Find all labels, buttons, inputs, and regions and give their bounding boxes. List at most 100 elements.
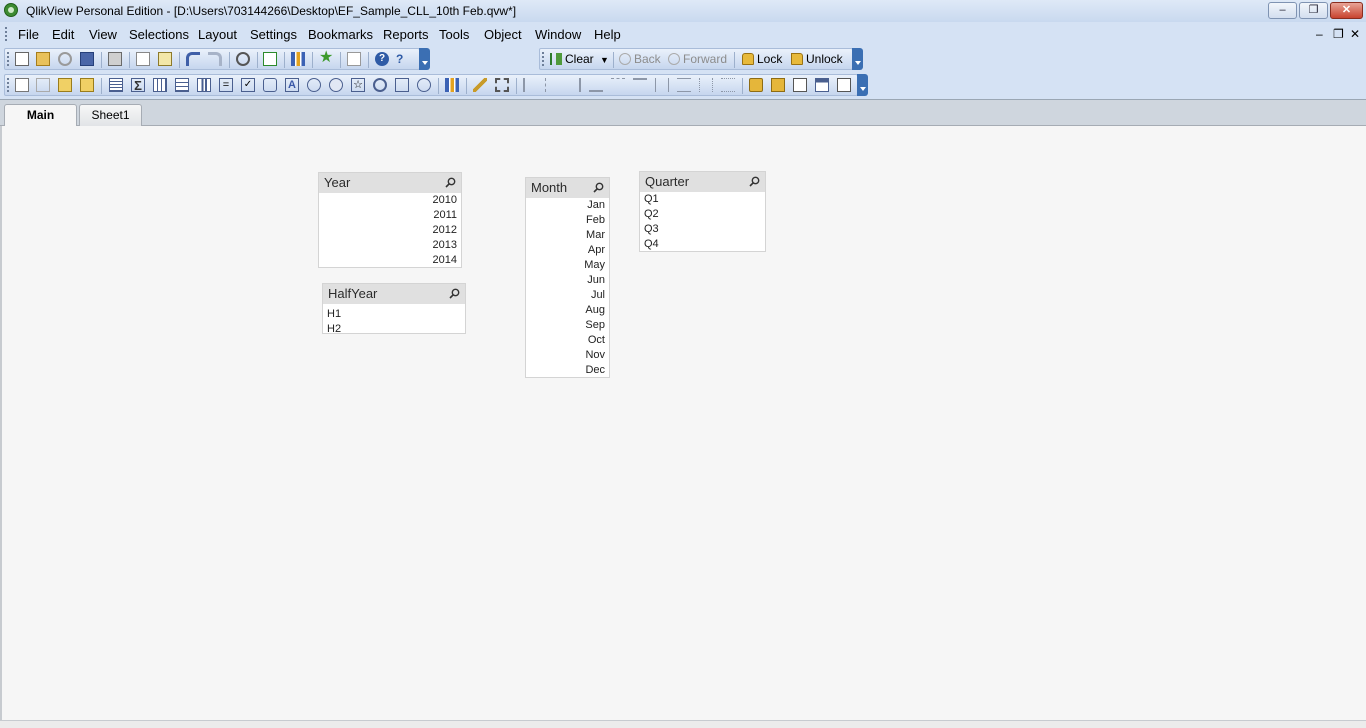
open-folder-icon[interactable] [36,52,50,66]
halfyear-listbox[interactable]: HalfYear H1 H2 [322,283,466,337]
tab-sheet1[interactable]: Sheet1 [79,104,142,126]
search-icon[interactable] [236,52,250,66]
edit-module-icon[interactable] [347,52,361,66]
quick-chart-icon[interactable] [445,78,459,92]
lock-button[interactable]: Lock [742,52,782,66]
menu-tools[interactable]: Tools [439,27,469,42]
tab-main[interactable]: Main [4,104,77,127]
design-toolbar-options-icon[interactable] [857,74,868,96]
custom-object-icon[interactable] [417,78,431,92]
listbox-value[interactable]: H2 [323,322,465,337]
listbox-value[interactable]: 2013 [319,238,461,253]
listbox-value[interactable]: Sep [526,318,609,333]
current-selections-icon[interactable] [263,52,277,66]
text-object-icon[interactable]: A [285,78,299,92]
listbox-value[interactable]: Apr [526,243,609,258]
help-icon[interactable]: ? [375,52,389,66]
clear-button[interactable]: Clear ▼ [550,52,609,66]
redo-icon[interactable] [208,52,222,66]
menu-view[interactable]: View [89,27,117,42]
new-document-icon[interactable] [15,52,29,66]
standard-toolbar-options-icon[interactable] [419,48,430,70]
current-selections-box-icon[interactable]: ✓ [241,78,255,92]
multi-box-icon[interactable] [153,78,167,92]
listbox-value[interactable]: Aug [526,303,609,318]
listbox-value[interactable]: Q3 [640,222,765,237]
listbox-value[interactable]: H1 [323,304,465,322]
toolbar-grip[interactable] [7,78,12,92]
toolbar-grip[interactable] [7,52,12,66]
search-icon[interactable] [445,177,456,188]
listbox-value[interactable]: Feb [526,213,609,228]
unlock-button[interactable]: Unlock [791,52,843,66]
align-left-icon[interactable] [523,78,537,92]
search-object-icon[interactable] [373,78,387,92]
menu-help[interactable]: Help [594,27,621,42]
back-button[interactable]: Back [619,52,661,66]
listbox-value[interactable]: 2011 [319,208,461,223]
listbox-value[interactable]: Dec [526,363,609,378]
menu-layout[interactable]: Layout [198,27,237,42]
chevron-down-icon[interactable]: ▼ [600,55,609,65]
space-horizontally-icon[interactable] [655,78,669,92]
adjust-top-icon[interactable] [721,78,735,92]
menu-selections[interactable]: Selections [129,27,189,42]
listbox-value[interactable]: Oct [526,333,609,348]
align-middle-icon[interactable] [611,78,625,92]
reload-icon[interactable] [58,52,72,66]
input-box-icon[interactable]: = [219,78,233,92]
toolbar-grip[interactable] [542,52,547,66]
month-listbox[interactable]: Month Jan Feb Mar Apr May Jun Jul Aug Se… [525,177,610,378]
document-properties-icon[interactable] [771,78,785,92]
statistics-box-icon[interactable]: Σ [131,78,145,93]
close-button[interactable]: ✕ [1330,2,1363,19]
chart-wizard-icon[interactable] [291,52,305,66]
listbox-value[interactable]: Mar [526,228,609,243]
listbox-value[interactable]: Jan [526,198,609,213]
listbox-value[interactable]: 2012 [319,223,461,238]
menu-file[interactable]: File [18,27,39,42]
listbox-value[interactable]: Q1 [640,192,765,207]
context-help-icon[interactable]: ? [396,52,410,66]
minimize-button[interactable]: ‒ [1268,2,1297,19]
sheet-object-properties-icon[interactable] [749,78,763,92]
sheet-properties-icon[interactable] [80,78,94,92]
table-viewer-icon[interactable] [815,78,829,92]
print-icon[interactable] [108,52,122,66]
year-listbox[interactable]: Year 2010 2011 2012 2013 2014 [318,172,462,268]
menu-object[interactable]: Object [484,27,522,42]
align-bottom-icon[interactable] [589,78,603,92]
listbox-value[interactable]: Nov [526,348,609,363]
menu-grip[interactable] [5,27,10,41]
edit-script-icon[interactable] [136,52,150,66]
listbox-value[interactable]: 2010 [319,193,461,208]
menu-edit[interactable]: Edit [52,27,74,42]
bookmark-object-icon[interactable]: ☆ [351,78,365,92]
align-center-icon[interactable] [545,78,559,92]
slider-object-icon[interactable] [329,78,343,92]
align-right-icon[interactable] [567,78,581,92]
listbox-value[interactable]: Jul [526,288,609,303]
search-icon[interactable] [449,288,460,299]
listbox-value[interactable]: May [526,258,609,273]
listbox-value[interactable]: Jun [526,273,609,288]
promote-sheet-icon[interactable] [36,78,50,92]
chart-icon[interactable] [197,78,211,92]
grid-snap-icon[interactable] [495,78,509,92]
space-vertically-icon[interactable] [677,78,691,92]
listbox-value[interactable]: Q4 [640,237,765,252]
search-icon[interactable] [593,182,604,193]
reload-data-icon[interactable] [158,52,172,66]
demote-sheet-icon[interactable] [58,78,72,92]
format-painter-icon[interactable] [473,78,487,92]
container-icon[interactable] [395,78,409,92]
align-top-icon[interactable] [633,78,647,92]
menu-bookmarks[interactable]: Bookmarks [308,27,373,42]
bookmark-star-icon[interactable]: ★ [319,50,333,66]
edit-expressions-icon[interactable] [793,78,807,92]
menu-settings[interactable]: Settings [250,27,297,42]
listbox-icon[interactable] [109,78,123,92]
undo-icon[interactable] [186,52,200,66]
search-icon[interactable] [749,176,760,187]
menu-reports[interactable]: Reports [383,27,429,42]
